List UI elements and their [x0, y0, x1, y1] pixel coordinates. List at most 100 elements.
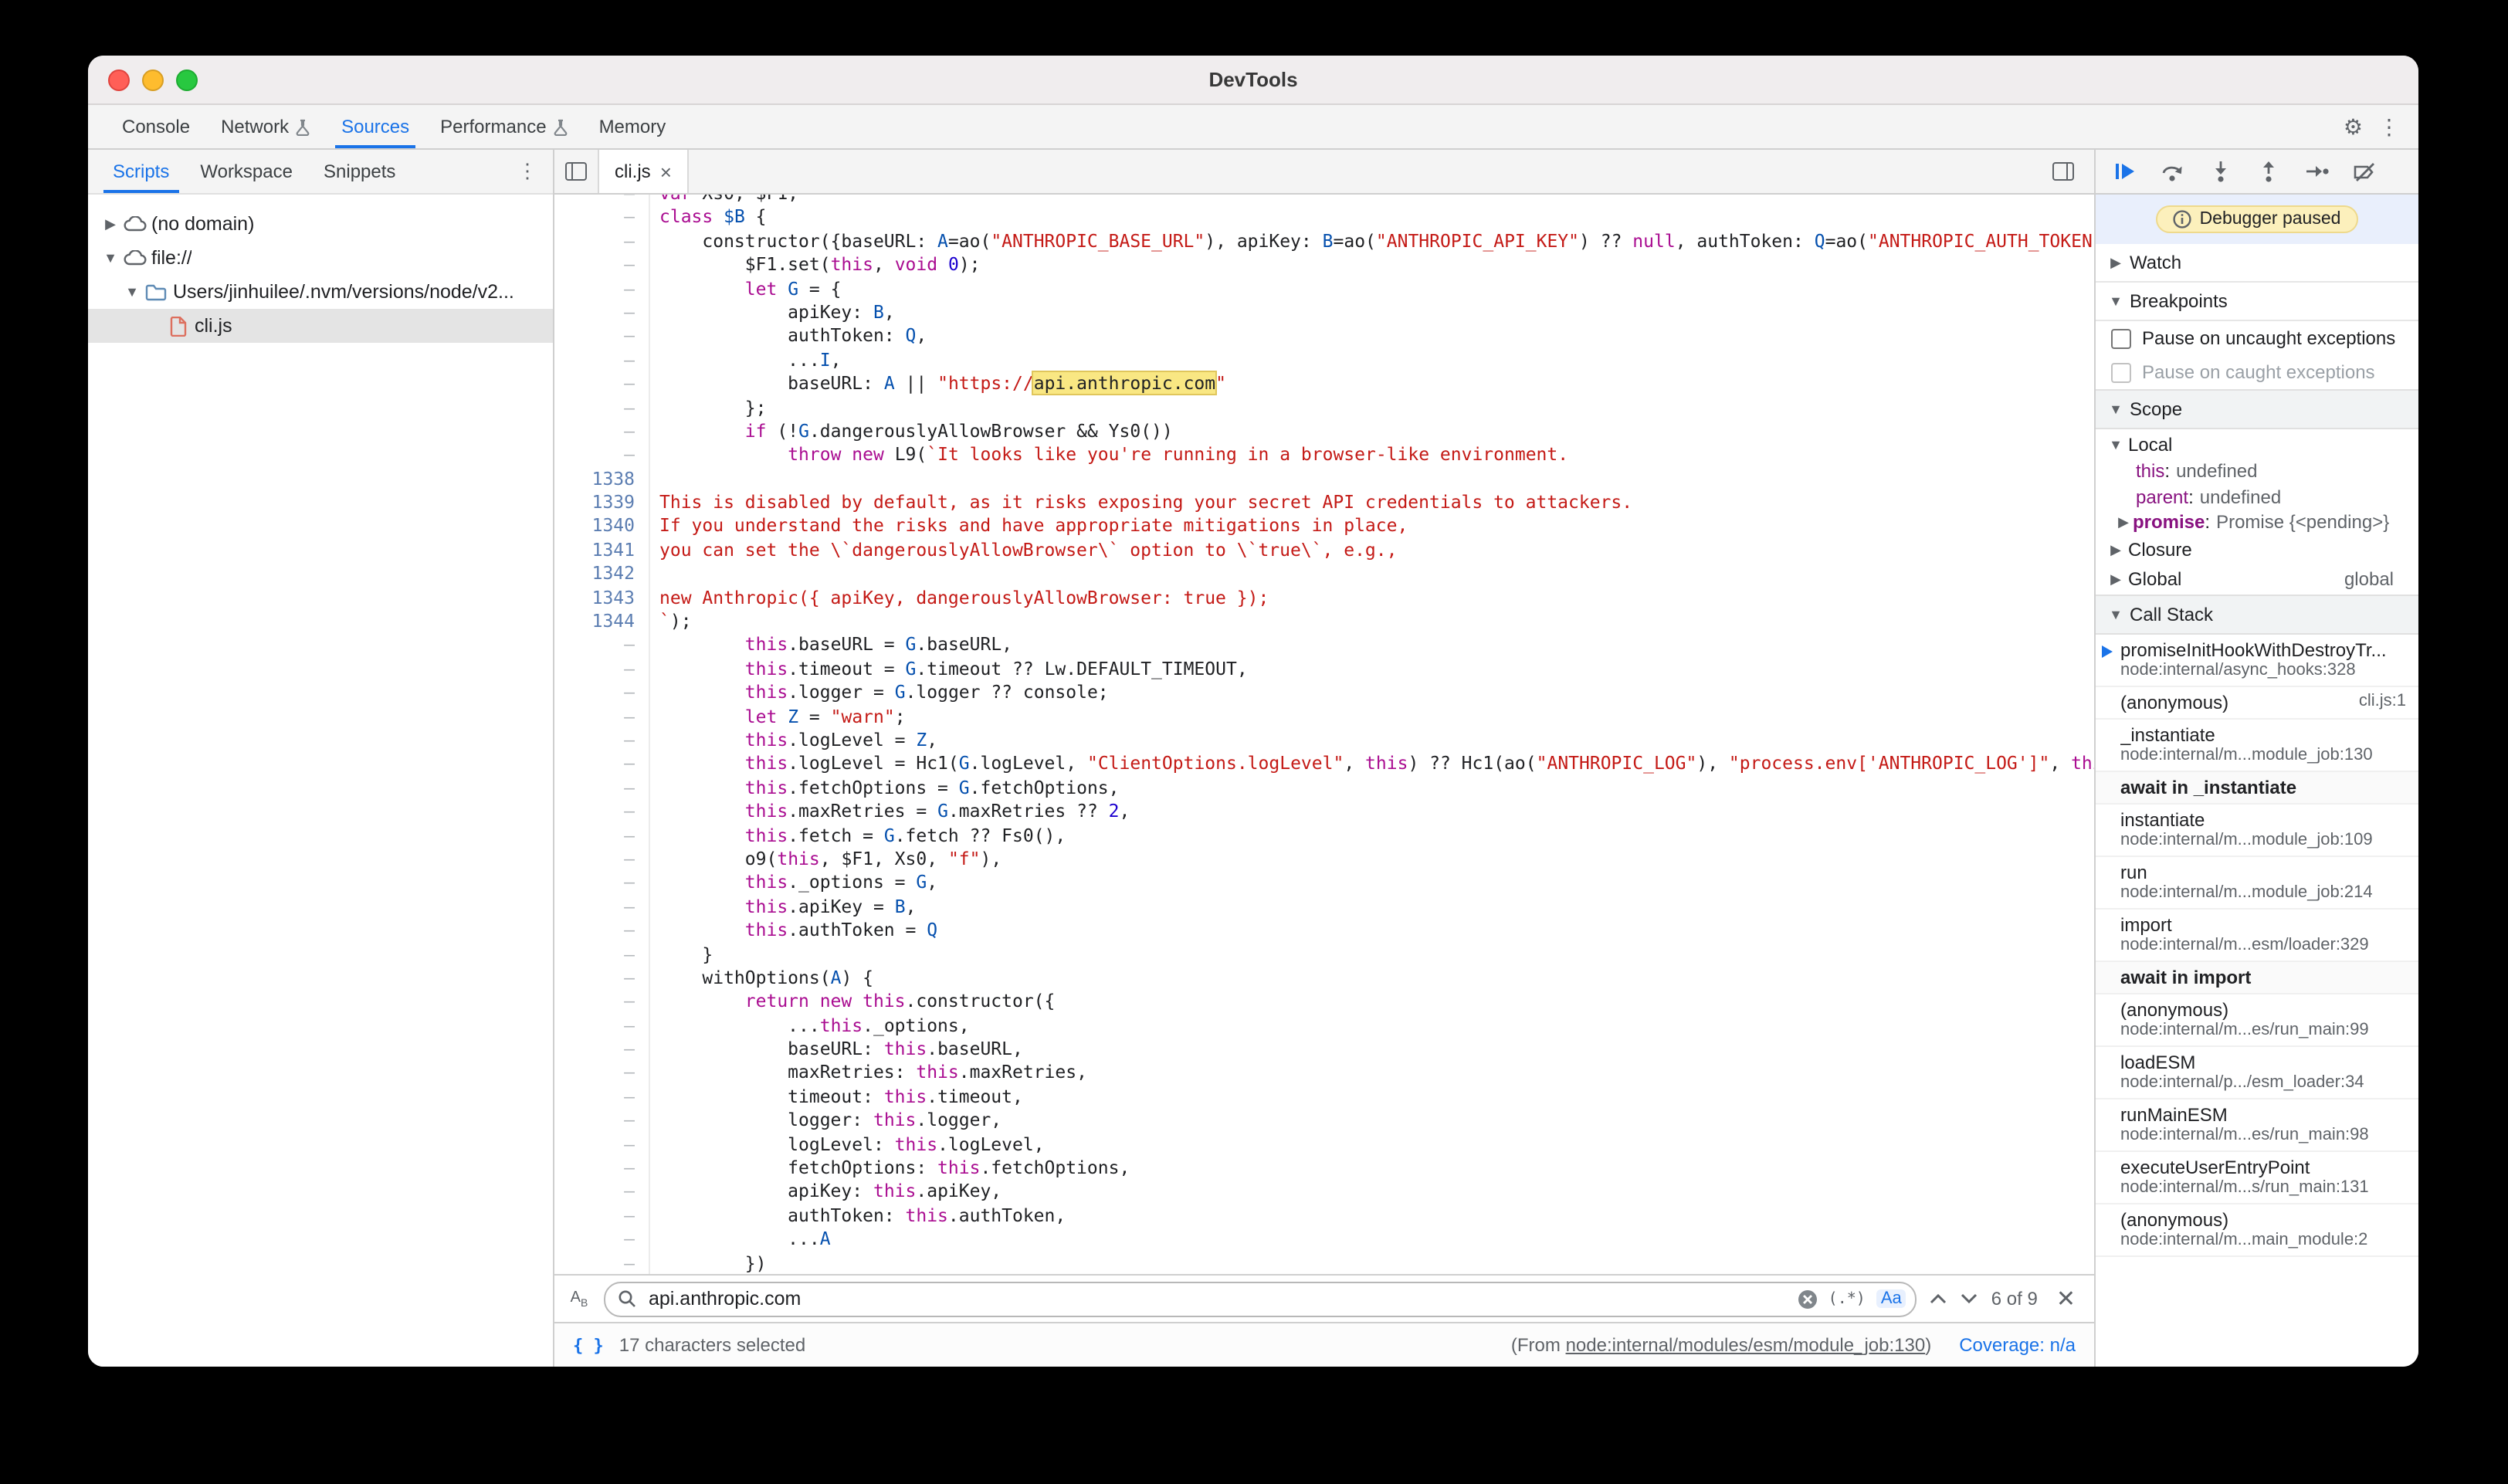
code-line[interactable]: – return new this.constructor({	[554, 991, 2094, 1015]
scope-entry-promise[interactable]: ▶promise:Promise {<pending>}	[2096, 510, 2418, 535]
code-line[interactable]: 1344`);	[554, 610, 2094, 634]
search-input[interactable]	[646, 1286, 1788, 1311]
code-line[interactable]: – this.baseURL = G.baseURL,	[554, 634, 2094, 658]
tab-network[interactable]: Network	[205, 105, 326, 148]
code-line[interactable]: – ...A	[554, 1228, 2094, 1252]
callstack-frame[interactable]: promiseInitHookWithDestroyTr...node:inte…	[2096, 634, 2418, 686]
next-match-icon[interactable]	[1961, 1293, 1979, 1305]
tree-item-users-jinhuilee-nvm-versions-node-v2-[interactable]: ▼Users/jinhuilee/.nvm/versions/node/v2..…	[88, 275, 553, 309]
close-tab-icon[interactable]: ×	[660, 160, 672, 183]
find-mode-icon[interactable]: AB	[567, 1289, 591, 1309]
file-tab-clijs[interactable]: cli.js ×	[598, 150, 689, 193]
code-line[interactable]: – let Z = "warn";	[554, 705, 2094, 729]
pretty-print-icon[interactable]: { }	[573, 1335, 604, 1355]
code-line[interactable]: – baseURL: this.baseURL,	[554, 1038, 2094, 1062]
navigator-tab-scripts[interactable]: Scripts	[97, 150, 185, 193]
code-line[interactable]: – this.logger = G.logger ?? console;	[554, 681, 2094, 705]
callstack-frame[interactable]: (anonymous)node:internal/m...es/run_main…	[2096, 994, 2418, 1046]
code-line[interactable]: – withOptions(A) {	[554, 967, 2094, 991]
regex-toggle[interactable]: (.*)	[1828, 1290, 1866, 1307]
callstack-frame[interactable]: importnode:internal/m...esm/loader:329	[2096, 909, 2418, 961]
step-over-button[interactable]	[2159, 158, 2187, 185]
code-line[interactable]: – authToken: Q,	[554, 325, 2094, 349]
tab-memory[interactable]: Memory	[584, 105, 682, 148]
code-line[interactable]: – o9(this, $F1, Xs0, "f"),	[554, 848, 2094, 872]
step-out-button[interactable]	[2255, 158, 2283, 185]
code-line[interactable]: 1339This is disabled by default, as it r…	[554, 491, 2094, 515]
code-line[interactable]: – ...I,	[554, 348, 2094, 372]
step-into-button[interactable]	[2207, 158, 2235, 185]
resume-button[interactable]	[2111, 158, 2139, 185]
clear-search-icon[interactable]	[1798, 1289, 1818, 1309]
tree-item-file-[interactable]: ▼file://	[88, 241, 553, 275]
code-line[interactable]: – ...this._options,	[554, 1014, 2094, 1038]
previous-match-icon[interactable]	[1930, 1293, 1948, 1305]
code-line[interactable]: – this.fetch = G.fetch ?? Fs0(),	[554, 824, 2094, 848]
callstack-frame[interactable]: runnode:internal/m...module_job:214	[2096, 856, 2418, 909]
code-line[interactable]: – this.logLevel = Hc1(G.logLevel, "Clien…	[554, 753, 2094, 777]
code-line[interactable]: – fetchOptions: this.fetchOptions,	[554, 1157, 2094, 1181]
code-line[interactable]: – baseURL: A || "https://api.anthropic.c…	[554, 372, 2094, 396]
callstack-frame[interactable]: (anonymous)cli.js:1	[2096, 686, 2418, 719]
code-line[interactable]: – apiKey: this.apiKey,	[554, 1181, 2094, 1204]
toggle-navigator-icon[interactable]	[554, 150, 598, 193]
callstack-section-header[interactable]: ▼ Call Stack	[2096, 594, 2418, 634]
code-line[interactable]: – this.maxRetries = G.maxRetries ?? 2,	[554, 800, 2094, 824]
coverage-link[interactable]: Coverage: n/a	[1959, 1334, 2076, 1356]
code-line[interactable]: – authToken: this.authToken,	[554, 1204, 2094, 1228]
navigator-tab-workspace[interactable]: Workspace	[185, 150, 308, 193]
scope-group-global[interactable]: ▶Globalglobal	[2096, 564, 2418, 594]
code-line[interactable]: – if (!G.dangerouslyAllowBrowser && Ys0(…	[554, 420, 2094, 444]
step-button[interactable]	[2303, 158, 2330, 185]
code-line[interactable]: 1338	[554, 467, 2094, 491]
code-line[interactable]: – logger: this.logger,	[554, 1109, 2094, 1133]
code-line[interactable]: – }	[554, 943, 2094, 967]
navigator-more-icon[interactable]: ⋮	[502, 150, 553, 193]
deactivate-breakpoints-button[interactable]	[2350, 158, 2378, 185]
code-line[interactable]: 1340If you understand the risks and have…	[554, 515, 2094, 539]
code-editor[interactable]: –var Xs0, $F1,–class $B {– constructor({…	[554, 195, 2094, 1274]
toggle-sidebar-icon[interactable]	[2042, 162, 2085, 181]
code-line[interactable]: – apiKey: B,	[554, 301, 2094, 325]
code-line[interactable]: – this._options = G,	[554, 872, 2094, 896]
settings-gear-icon[interactable]: ⚙	[2344, 114, 2363, 140]
breakpoint-option[interactable]: Pause on caught exceptions	[2096, 355, 2418, 389]
callstack-frame[interactable]: executeUserEntryPointnode:internal/m...s…	[2096, 1151, 2418, 1204]
checkbox[interactable]	[2111, 362, 2131, 382]
more-options-icon[interactable]: ⋮	[2378, 114, 2400, 140]
code-line[interactable]: – maxRetries: this.maxRetries,	[554, 1062, 2094, 1086]
callstack-frame[interactable]: (anonymous)node:internal/m...main_module…	[2096, 1204, 2418, 1256]
code-line[interactable]: – })	[554, 1252, 2094, 1274]
close-find-icon[interactable]: ✕	[2050, 1285, 2082, 1313]
code-line[interactable]: – throw new L9(`It looks like you're run…	[554, 444, 2094, 468]
tree-item--no-domain-[interactable]: ▶(no domain)	[88, 207, 553, 241]
search-field[interactable]: (.*) Aa	[604, 1281, 1917, 1316]
code-line[interactable]: – logLevel: this.logLevel,	[554, 1133, 2094, 1157]
code-line[interactable]: 1342	[554, 563, 2094, 587]
code-line[interactable]: – this.authToken = Q	[554, 919, 2094, 943]
code-line[interactable]: – let G = {	[554, 277, 2094, 301]
callstack-frame[interactable]: loadESMnode:internal/p.../esm_loader:34	[2096, 1046, 2418, 1099]
breakpoints-section-header[interactable]: ▼ Breakpoints	[2096, 283, 2418, 321]
callstack-frame[interactable]: instantiatenode:internal/m...module_job:…	[2096, 804, 2418, 856]
code-line[interactable]: –var Xs0, $F1,	[554, 195, 2094, 206]
code-line[interactable]: – timeout: this.timeout,	[554, 1086, 2094, 1110]
tree-item-cli-js[interactable]: cli.js	[88, 309, 553, 343]
tab-performance[interactable]: Performance	[425, 105, 583, 148]
code-line[interactable]: 1341you can set the \`dangerouslyAllowBr…	[554, 539, 2094, 563]
callstack-frame[interactable]: runMainESMnode:internal/m...es/run_main:…	[2096, 1099, 2418, 1151]
watch-section-header[interactable]: ▶ Watch	[2096, 244, 2418, 283]
tab-console[interactable]: Console	[107, 105, 205, 148]
code-line[interactable]: –class $B {	[554, 206, 2094, 230]
code-line[interactable]: – this.timeout = G.timeout ?? Lw.DEFAULT…	[554, 658, 2094, 682]
callstack-frame[interactable]: _instantiatenode:internal/m...module_job…	[2096, 719, 2418, 771]
breakpoint-option[interactable]: Pause on uncaught exceptions	[2096, 321, 2418, 355]
scope-group-local[interactable]: ▼Local	[2096, 429, 2418, 459]
code-line[interactable]: 1343new Anthropic({ apiKey, dangerouslyA…	[554, 586, 2094, 610]
match-case-toggle[interactable]: Aa	[1876, 1289, 1906, 1308]
code-line[interactable]: – this.logLevel = Z,	[554, 729, 2094, 753]
from-link[interactable]: node:internal/modules/esm/module_job:130	[1566, 1334, 1926, 1356]
code-line[interactable]: – constructor({baseURL: A=ao("ANTHROPIC_…	[554, 230, 2094, 254]
scope-section-header[interactable]: ▼ Scope	[2096, 389, 2418, 429]
code-line[interactable]: – this.fetchOptions = G.fetchOptions,	[554, 777, 2094, 801]
